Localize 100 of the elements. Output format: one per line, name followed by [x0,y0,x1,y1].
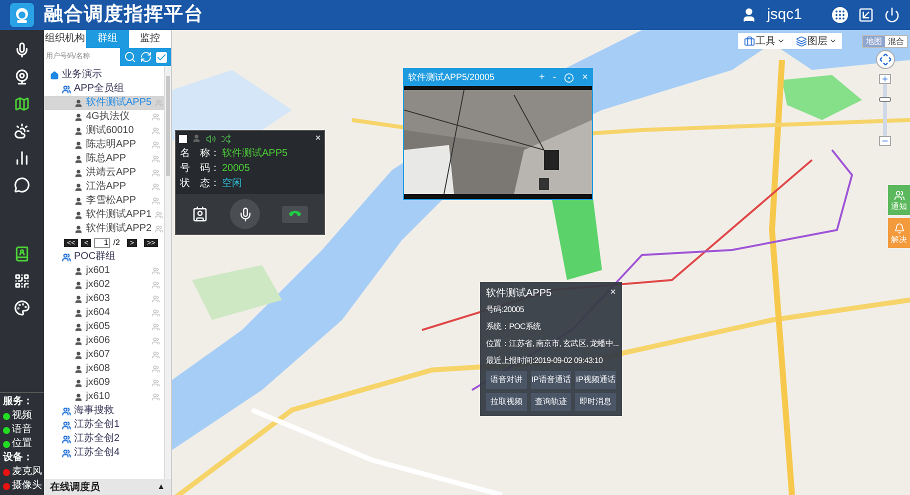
members-icon [152,183,160,191]
contact-book-icon[interactable] [14,246,30,262]
scrollbar[interactable] [164,66,171,479]
group-icon [62,420,71,430]
tree-item[interactable]: jx601 [44,264,164,278]
chat-icon[interactable] [14,176,30,192]
tree-item[interactable]: 测试60010 [44,124,164,138]
tree-item[interactable]: 陈总APP [44,152,164,166]
members-icon [152,155,160,163]
members-icon [154,99,163,107]
members-icon [152,351,160,359]
tree-item[interactable]: 业务演示 [44,68,164,82]
user-icon [74,154,83,164]
tree-item[interactable]: jx605 [44,320,164,334]
tree-item[interactable]: 陈志明APP [44,138,164,152]
tree-item[interactable]: jx606 [44,334,164,348]
user-icon [74,350,83,360]
qr-code-icon[interactable] [14,272,30,288]
bar-chart-icon[interactable] [14,150,30,166]
group-icon [62,252,71,262]
user-icon [74,364,83,374]
refresh-icon[interactable] [140,51,152,63]
webcam-icon[interactable] [14,68,30,84]
tree-item[interactable]: jx603 [44,292,164,306]
user-icon [74,112,83,122]
tree-item[interactable]: APP全员组 [44,82,164,96]
tree-item[interactable]: 江苏全创2 [44,432,164,446]
status-label: 语音 [12,425,32,435]
user-icon [74,182,83,192]
members-icon [152,169,160,177]
tree-item[interactable]: jx610 [44,390,164,404]
user-icon [74,266,83,276]
group-icon [62,448,71,458]
user-icon [74,224,83,234]
user-icon [74,98,83,108]
tree-item[interactable]: jx609 [44,376,164,390]
tree-item[interactable]: 李雪松APP [44,194,164,208]
members-icon [152,379,160,387]
keypad-icon[interactable] [832,7,848,23]
members-icon [152,309,160,317]
group-icon [62,434,71,444]
page-total: /2 [113,239,120,247]
members-icon [152,127,160,135]
members-icon [152,337,160,345]
tree-item[interactable]: 海事搜救 [44,404,164,418]
members-icon [152,113,160,121]
members-icon [152,197,160,205]
tree-item[interactable]: 4G执法仪 [44,110,164,124]
status-label: 麦克风 [12,467,42,477]
members-icon [152,267,160,275]
tree-item[interactable]: 江苏全创4 [44,446,164,460]
status-heading: 服务： [3,397,34,407]
tree-item[interactable]: 洪靖云APP [44,166,164,180]
tree-item[interactable]: 软件测试APP1 [44,208,164,222]
members-icon [152,323,160,331]
user-icon [74,322,83,332]
search-icon[interactable] [124,51,136,63]
tree-item[interactable]: jx602 [44,278,164,292]
palette-icon[interactable] [14,300,30,316]
members-icon [152,393,160,401]
tree-item[interactable]: POC群组 [44,250,164,264]
user-icon [74,280,83,290]
home-icon [50,70,59,80]
user-icon [740,7,757,23]
tree-item[interactable]: jx607 [44,348,164,362]
tree-item[interactable]: 软件测试APP2 [44,222,164,236]
status-label: 位置 [12,439,32,449]
members-icon [152,281,160,289]
members-icon [154,211,163,219]
status-label: 摄像头 [12,481,42,491]
user-name[interactable]: jsqc1 [766,4,802,26]
app-title: 融合调度指挥平台 [44,2,204,27]
select-all-icon[interactable] [156,52,167,62]
tree-item[interactable]: 江浩APP [44,180,164,194]
bottom-bar-title: 在线调度员 [50,480,101,494]
user-icon [74,210,83,220]
group-icon [62,84,71,94]
user-icon [74,336,83,346]
user-icon [74,378,83,388]
status-heading: 设备： [3,453,34,463]
expand-toggle[interactable]: ▲ [157,481,165,493]
members-icon [152,141,160,149]
members-icon [152,295,160,303]
logo-icon [10,3,34,27]
members-icon [152,365,160,373]
tree-item[interactable]: jx604 [44,306,164,320]
user-icon [74,126,83,136]
members-icon [154,225,163,233]
user-icon [74,308,83,318]
page-field[interactable]: 1 [94,238,110,248]
map-icon[interactable] [14,96,30,112]
tree-item[interactable]: 江苏全创1 [44,418,164,432]
tree-item[interactable]: jx608 [44,362,164,376]
power-icon[interactable] [884,7,900,23]
minimize-icon[interactable] [858,7,874,23]
microphone-icon[interactable] [14,42,30,58]
group-icon [62,406,71,416]
user-icon [74,392,83,402]
weather-icon[interactable] [14,122,30,138]
user-icon [74,140,83,150]
